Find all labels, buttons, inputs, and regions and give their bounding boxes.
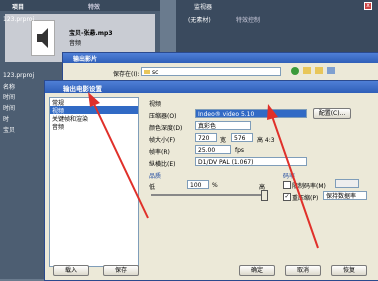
column-header-name[interactable]: 名称 bbox=[3, 82, 15, 91]
frame-rate-label: 帧率(R) bbox=[149, 149, 170, 156]
frame-rate-select[interactable]: 25.00 bbox=[195, 145, 231, 154]
category-keyframe-render[interactable]: 关键帧和渲染 bbox=[50, 114, 138, 123]
category-video[interactable]: 视频 bbox=[50, 106, 138, 115]
table-row[interactable]: 时 bbox=[3, 114, 17, 125]
folder-icon bbox=[144, 70, 150, 74]
frame-height-input[interactable]: 576 bbox=[231, 133, 253, 142]
monitor-title: 监视器 bbox=[194, 4, 213, 11]
recompress-label: 重压缩(P) bbox=[292, 195, 319, 202]
recompress-select[interactable]: 保持数据率 bbox=[323, 191, 367, 200]
toolbar-icons bbox=[291, 66, 335, 76]
cancel-button[interactable]: 取消 bbox=[285, 265, 321, 276]
ok-button[interactable]: 确定 bbox=[239, 265, 275, 276]
back-icon[interactable] bbox=[291, 67, 299, 75]
export-settings-dialog: 输出电影设置 常规 视频 关键帧和渲染 音频 视频 压缩器(O) Indeo® … bbox=[44, 80, 378, 281]
restore-button[interactable]: 恢复 bbox=[331, 265, 367, 276]
pixel-aspect-select[interactable]: D1/DV PAL (1.067) bbox=[195, 157, 307, 166]
table-row[interactable]: 时间 bbox=[3, 103, 17, 114]
configure-button[interactable]: 配置(C)... bbox=[313, 108, 351, 119]
category-general[interactable]: 常规 bbox=[50, 98, 138, 107]
new-folder-icon[interactable] bbox=[315, 67, 323, 74]
save-in-select[interactable]: sc bbox=[141, 67, 281, 76]
project-tab[interactable]: 项目 bbox=[12, 2, 24, 11]
limit-bitrate-checkbox[interactable] bbox=[283, 181, 291, 189]
frame-rate-unit: fps bbox=[235, 147, 245, 154]
frame-height-unit: 高 4:3 bbox=[257, 137, 275, 144]
project-file-label: 123.prproj bbox=[3, 16, 35, 23]
frame-size-label: 帧大小(F) bbox=[149, 137, 176, 144]
load-button[interactable]: 载入 bbox=[53, 265, 89, 276]
limit-bitrate-label: 限制码率(M) bbox=[292, 183, 326, 190]
monitor-panel: 监视器 (无素材) 特效控制 x bbox=[176, 0, 378, 52]
save-in-label: 保存在(I): bbox=[113, 71, 140, 78]
clip-name: 宝贝-张悬.mp3 bbox=[69, 30, 113, 37]
frame-width-unit: 宽 bbox=[220, 137, 227, 144]
close-icon[interactable]: x bbox=[364, 2, 372, 10]
settings-titlebar: 输出电影设置 bbox=[45, 81, 378, 93]
category-list: 常规 视频 关键帧和渲染 音频 bbox=[49, 97, 139, 267]
table-row[interactable]: 时间 bbox=[3, 92, 17, 103]
settings-title: 输出电影设置 bbox=[63, 85, 102, 93]
effect-controls-tab[interactable]: 特效控制 bbox=[236, 15, 260, 24]
color-depth-label: 颜色深度(D) bbox=[149, 125, 183, 132]
clip-type: 音频 bbox=[69, 40, 82, 47]
quality-input[interactable]: 100 bbox=[187, 180, 209, 189]
bitrate-input[interactable] bbox=[335, 179, 359, 188]
quality-percent: % bbox=[212, 182, 218, 189]
frame-width-input[interactable]: 720 bbox=[195, 133, 217, 142]
compressor-select[interactable]: Indeo® video 5.10 bbox=[195, 109, 307, 118]
video-section-title: 视频 bbox=[149, 101, 162, 108]
table-row[interactable]: 宝贝 bbox=[3, 125, 17, 136]
export-clip-titlebar: 输出影片 bbox=[63, 53, 378, 63]
save-button[interactable]: 保存 bbox=[103, 265, 139, 276]
color-depth-select[interactable]: 真彩色 bbox=[195, 121, 251, 130]
list-item[interactable]: 123.prproj bbox=[3, 72, 34, 79]
category-audio[interactable]: 音频 bbox=[50, 122, 138, 131]
speaker-icon bbox=[31, 20, 55, 56]
quality-slider-track[interactable] bbox=[151, 194, 267, 196]
up-folder-icon[interactable] bbox=[303, 67, 311, 74]
project-panel-header: 项目 特效 bbox=[0, 0, 160, 11]
export-clip-title: 输出影片 bbox=[73, 56, 98, 63]
quality-low-label: 低 bbox=[149, 184, 156, 191]
bitrate-section-title: 码率 bbox=[283, 173, 296, 180]
quality-section-title: 品质 bbox=[149, 173, 162, 180]
compressor-label: 压缩器(O) bbox=[149, 113, 177, 120]
project-rows: 时间 时间 时 宝贝 bbox=[3, 92, 17, 136]
view-menu-icon[interactable] bbox=[327, 67, 335, 74]
effects-tab[interactable]: 特效 bbox=[88, 2, 100, 11]
source-tab[interactable]: (无素材) bbox=[188, 15, 211, 24]
quality-slider-thumb[interactable] bbox=[261, 190, 268, 201]
pixel-aspect-label: 纵横比(E) bbox=[149, 161, 176, 168]
recompress-checkbox[interactable]: ✓ bbox=[283, 193, 291, 201]
